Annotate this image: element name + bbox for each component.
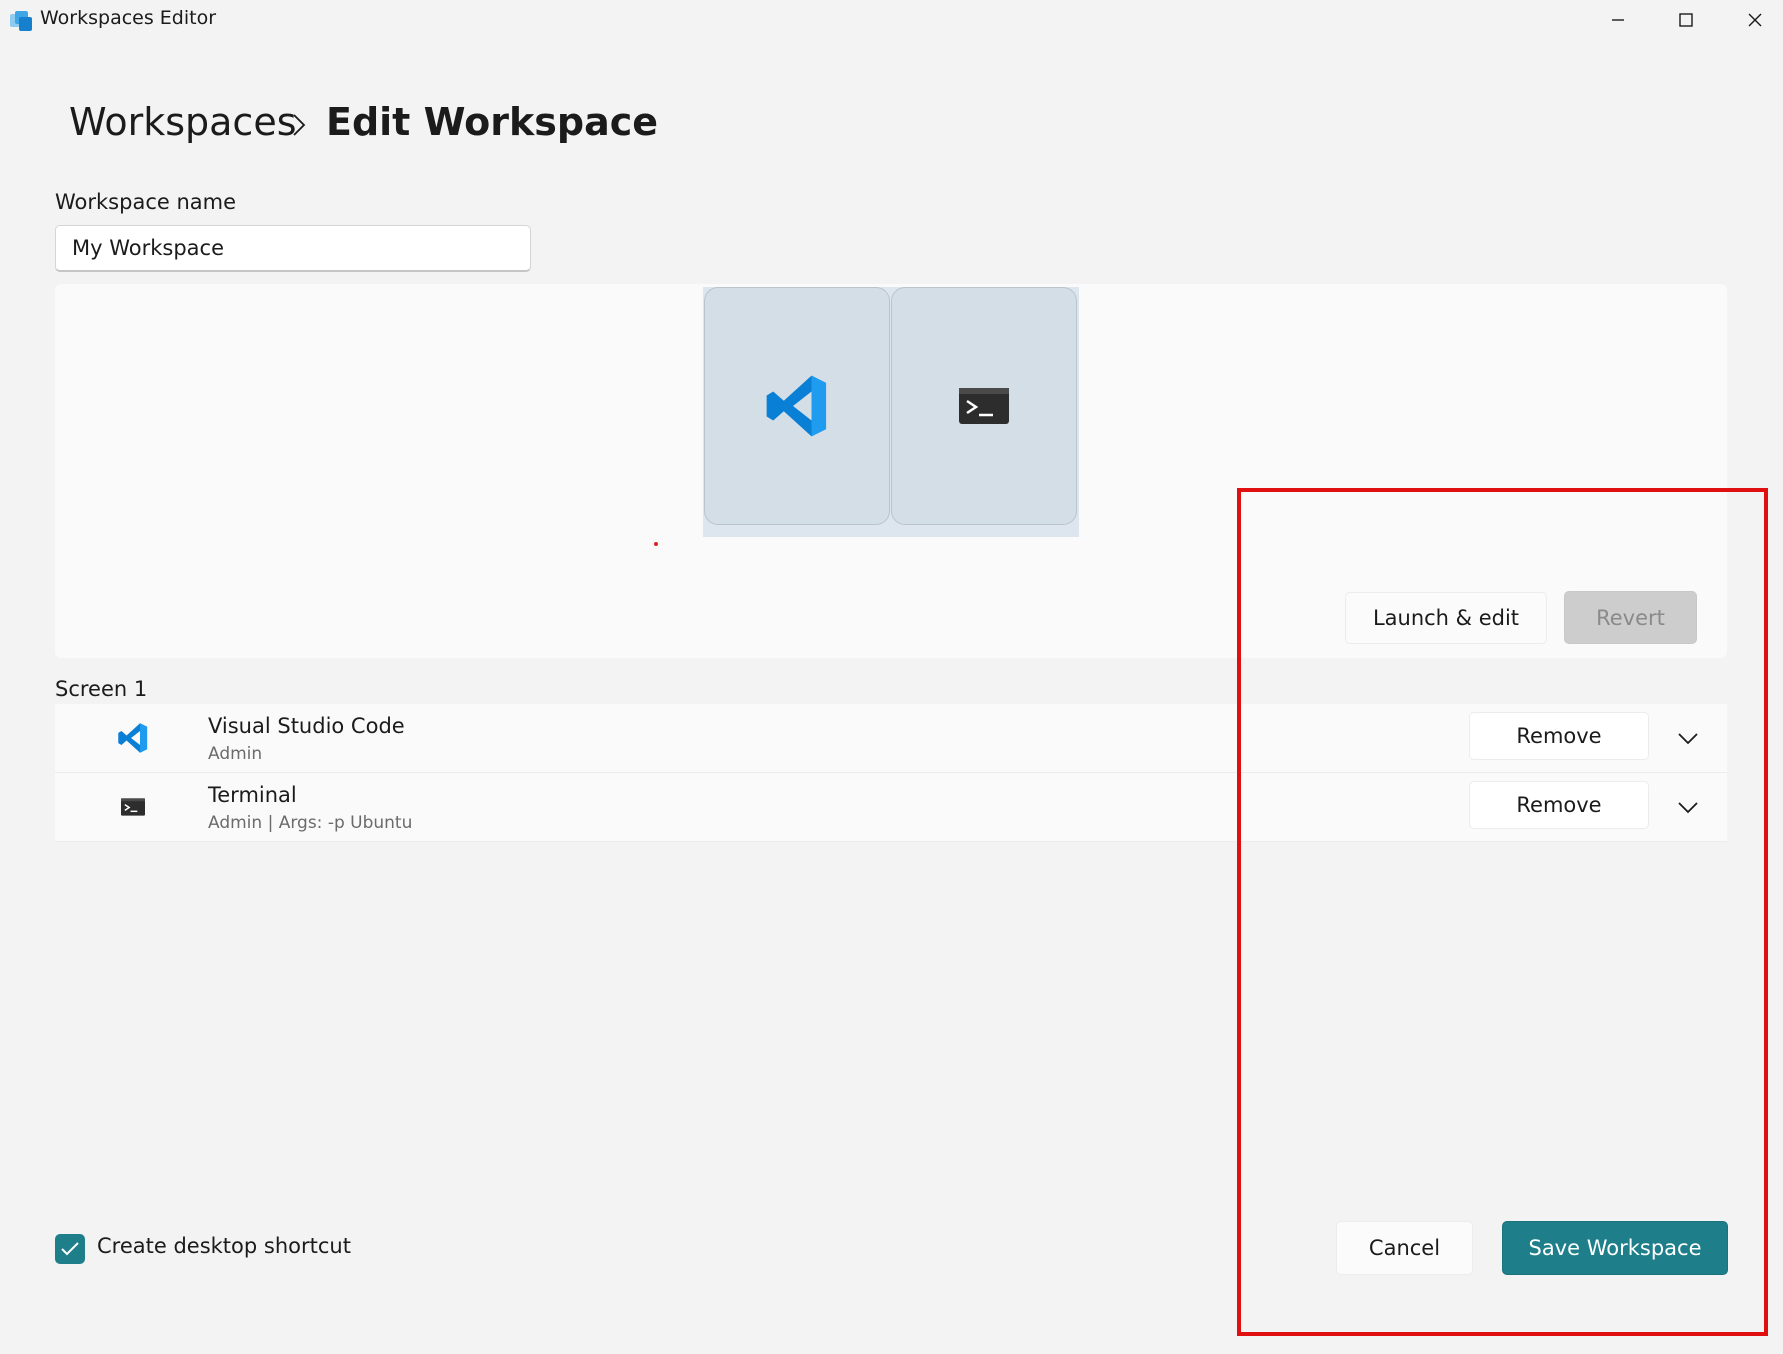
- minimize-button[interactable]: [1583, 0, 1653, 40]
- page-title: Edit Workspace: [326, 100, 659, 144]
- breadcrumb-workspaces[interactable]: Workspaces: [69, 100, 297, 144]
- workspace-name-input[interactable]: [55, 225, 531, 272]
- preview-tile-vscode[interactable]: [704, 287, 890, 525]
- checkmark-icon: [61, 1242, 79, 1256]
- window-title: Workspaces Editor: [40, 7, 217, 29]
- workspace-name-label: Workspace name: [55, 190, 237, 214]
- maximize-button[interactable]: [1651, 0, 1721, 40]
- close-button[interactable]: [1720, 0, 1783, 40]
- screen-label: Screen 1: [55, 677, 148, 701]
- app-subtitle: Admin: [208, 744, 263, 764]
- create-shortcut-label[interactable]: Create desktop shortcut: [97, 1234, 351, 1258]
- annotation-highlight-box: [1237, 488, 1768, 1336]
- create-shortcut-checkbox[interactable]: [55, 1234, 85, 1264]
- preview-tile-terminal[interactable]: [891, 287, 1077, 525]
- workspaces-app-icon: [8, 8, 34, 34]
- terminal-icon: [115, 789, 151, 825]
- title-bar: Workspaces Editor: [0, 0, 1783, 40]
- app-name: Visual Studio Code: [208, 714, 405, 738]
- minimize-icon: [1612, 19, 1624, 21]
- app-name: Terminal: [208, 783, 297, 807]
- maximize-icon: [1679, 13, 1693, 27]
- close-icon: [1748, 13, 1762, 27]
- terminal-icon: [959, 388, 1009, 424]
- vscode-icon: [115, 720, 151, 756]
- chevron-right-icon: [289, 112, 309, 138]
- cursor-dot: [654, 542, 658, 546]
- vscode-icon: [766, 375, 827, 437]
- app-subtitle: Admin | Args: -p Ubuntu: [208, 813, 413, 833]
